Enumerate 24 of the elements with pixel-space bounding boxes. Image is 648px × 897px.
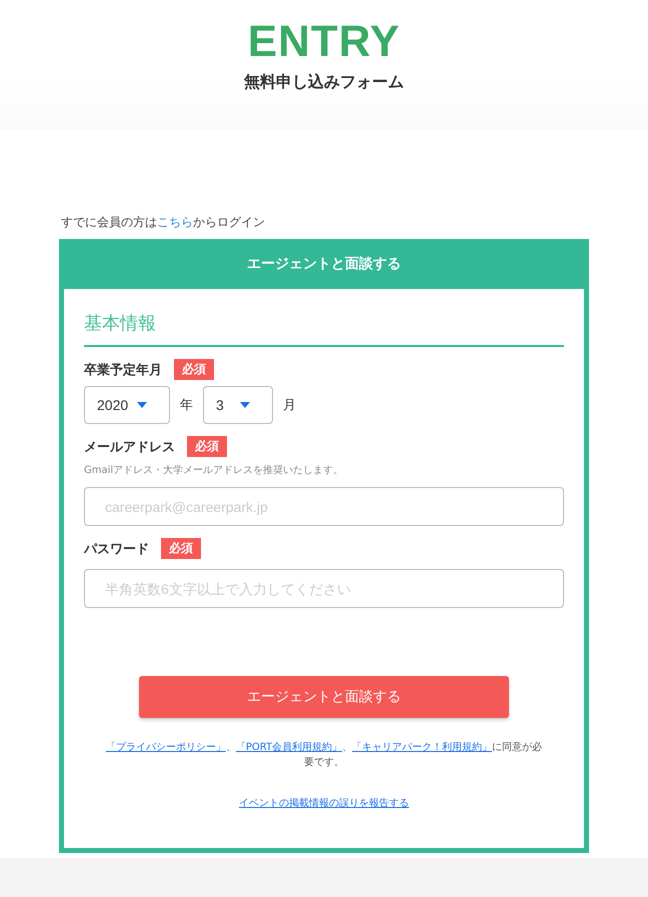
field-label: メールアドレス xyxy=(84,438,175,456)
year-unit: 年 xyxy=(180,397,193,414)
month-select[interactable]: 3 xyxy=(203,386,273,424)
terms-link[interactable]: 「PORT会員利用規約」 xyxy=(236,742,342,753)
submit-button[interactable]: エージェントと面談する xyxy=(139,676,509,718)
terms-link[interactable]: 「プライバシーポリシー」 xyxy=(106,742,226,753)
required-badge: 必須 xyxy=(174,359,214,380)
caret-icon xyxy=(240,402,250,408)
agreement-text: 「プライバシーポリシー」、「PORT会員利用規約」、「キャリアパーク！利用規約」に同意が必要です。 xyxy=(104,740,544,770)
report-link[interactable]: イベントの掲載情報の誤りを報告する xyxy=(239,796,409,810)
field-note: Gmailアドレス・大学メールアドレスを推奨いたします。 xyxy=(84,464,344,477)
page-title: ENTRY xyxy=(248,18,400,66)
page-subtitle: 無料申し込みフォーム xyxy=(244,72,404,93)
caret-icon xyxy=(137,402,147,408)
year-select[interactable]: 2020 xyxy=(84,386,170,424)
login-text: すでに会員の方は こちらからログイン xyxy=(61,214,266,231)
field-label: パスワード xyxy=(84,540,149,558)
login-link[interactable]: こちら xyxy=(157,215,193,229)
terms-link[interactable]: 「キャリアパーク！利用規約」 xyxy=(352,742,492,753)
field-label: 卒業予定年月 xyxy=(84,362,162,378)
month-unit: 月 xyxy=(283,397,296,414)
section-heading: 基本情報 xyxy=(84,311,564,347)
required-badge: 必須 xyxy=(187,436,227,457)
required-badge: 必須 xyxy=(161,538,201,559)
